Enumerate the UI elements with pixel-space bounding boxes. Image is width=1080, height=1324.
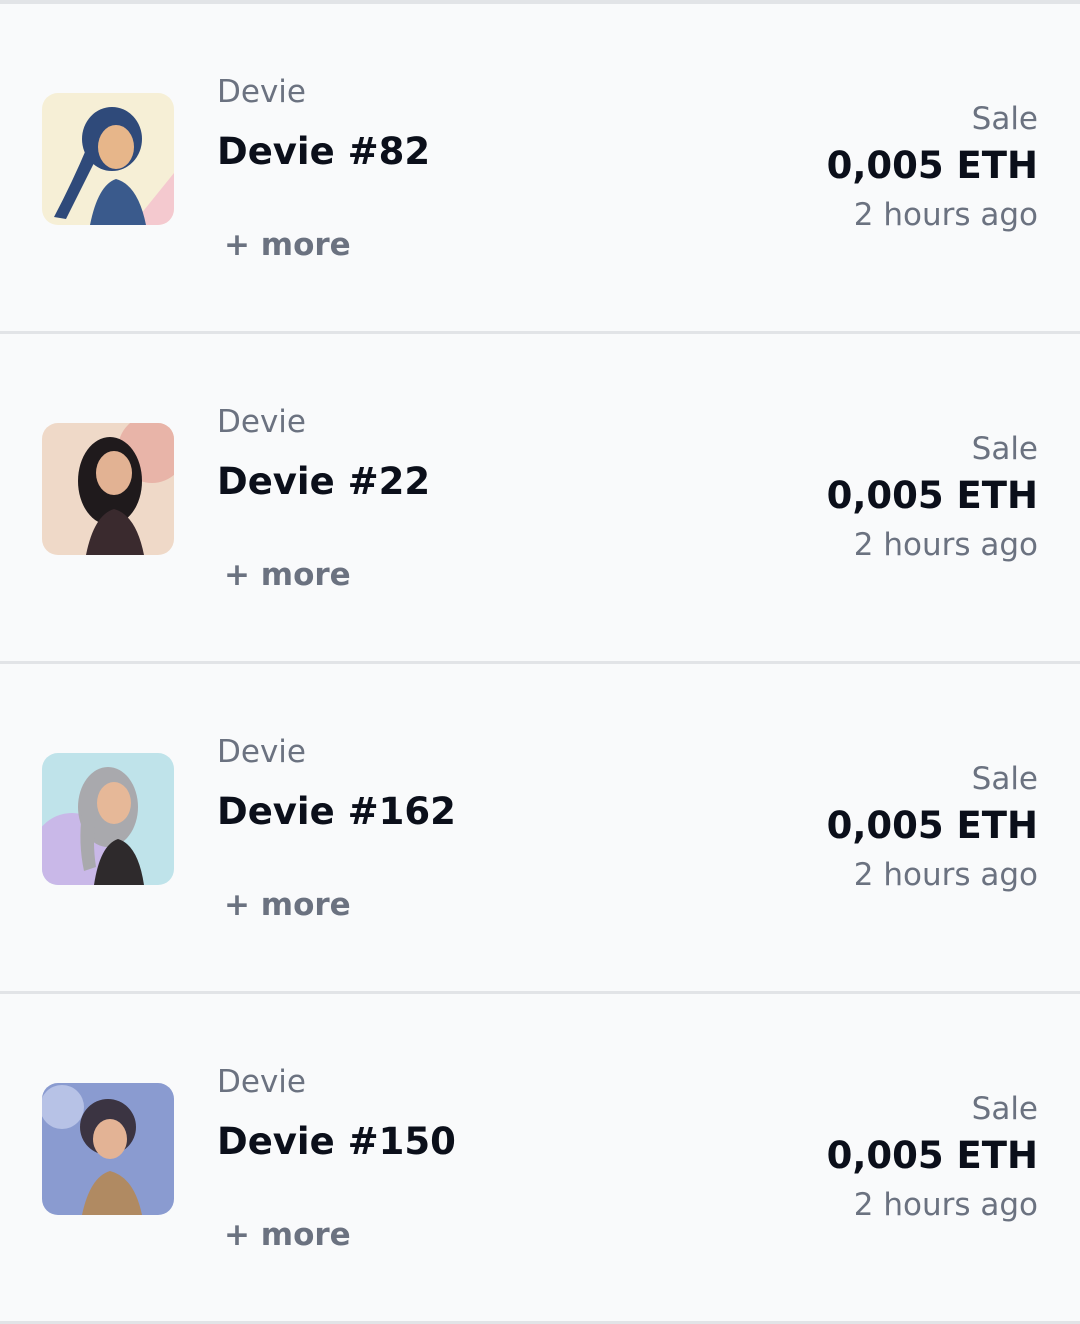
activity-row[interactable]: Devie Devie #150 + more Sale 0,005 ETH 2… <box>0 994 1080 1324</box>
timestamp: 2 hours ago <box>853 197 1038 233</box>
nft-name[interactable]: Devie #22 <box>217 459 430 505</box>
sale-info: Sale 0,005 ETH 2 hours ago <box>827 759 1038 897</box>
collection-name[interactable]: Devie <box>217 72 306 112</box>
sale-price: 0,005 ETH <box>826 474 1038 517</box>
sale-info: Sale 0,005 ETH 2 hours ago <box>827 99 1038 237</box>
more-button[interactable]: + more <box>224 555 351 595</box>
timestamp: 2 hours ago <box>853 527 1038 563</box>
event-type: Sale <box>971 1091 1038 1127</box>
nft-name[interactable]: Devie #162 <box>217 789 456 835</box>
collection-name[interactable]: Devie <box>217 402 306 442</box>
nft-name[interactable]: Devie #82 <box>217 129 430 175</box>
thumb-face <box>97 782 131 824</box>
timestamp: 2 hours ago <box>853 857 1038 893</box>
thumb-face <box>98 125 134 169</box>
nft-thumbnail[interactable] <box>42 423 174 555</box>
nft-thumbnail[interactable] <box>42 93 174 225</box>
nft-thumbnail[interactable] <box>42 753 174 885</box>
nft-character-image <box>42 1083 174 1215</box>
sale-price: 0,005 ETH <box>826 144 1038 187</box>
event-type: Sale <box>971 101 1038 137</box>
thumb-braid <box>80 813 96 871</box>
event-type: Sale <box>971 431 1038 467</box>
collection-name[interactable]: Devie <box>217 732 306 772</box>
nft-thumbnail[interactable] <box>42 1083 174 1215</box>
timestamp: 2 hours ago <box>853 1187 1038 1223</box>
activity-row[interactable]: Devie Devie #82 + more Sale 0,005 ETH 2 … <box>0 4 1080 334</box>
more-button[interactable]: + more <box>224 225 351 265</box>
activity-row[interactable]: Devie Devie #162 + more Sale 0,005 ETH 2… <box>0 664 1080 994</box>
sale-price: 0,005 ETH <box>826 1134 1038 1177</box>
nft-character-image <box>42 93 174 225</box>
activity-row[interactable]: Devie Devie #22 + more Sale 0,005 ETH 2 … <box>0 334 1080 664</box>
more-button[interactable]: + more <box>224 1215 351 1255</box>
thumb-face <box>93 1119 127 1159</box>
thumb-accent <box>42 1085 84 1129</box>
sale-price: 0,005 ETH <box>826 804 1038 847</box>
sale-info: Sale 0,005 ETH 2 hours ago <box>827 429 1038 567</box>
nft-character-image <box>42 753 174 885</box>
activity-list: Devie Devie #82 + more Sale 0,005 ETH 2 … <box>0 0 1080 1324</box>
nft-name[interactable]: Devie #150 <box>217 1119 456 1165</box>
event-type: Sale <box>971 761 1038 797</box>
sale-info: Sale 0,005 ETH 2 hours ago <box>827 1089 1038 1227</box>
collection-name[interactable]: Devie <box>217 1062 306 1102</box>
more-button[interactable]: + more <box>224 885 351 925</box>
thumb-face <box>96 451 132 495</box>
nft-character-image <box>42 423 174 555</box>
